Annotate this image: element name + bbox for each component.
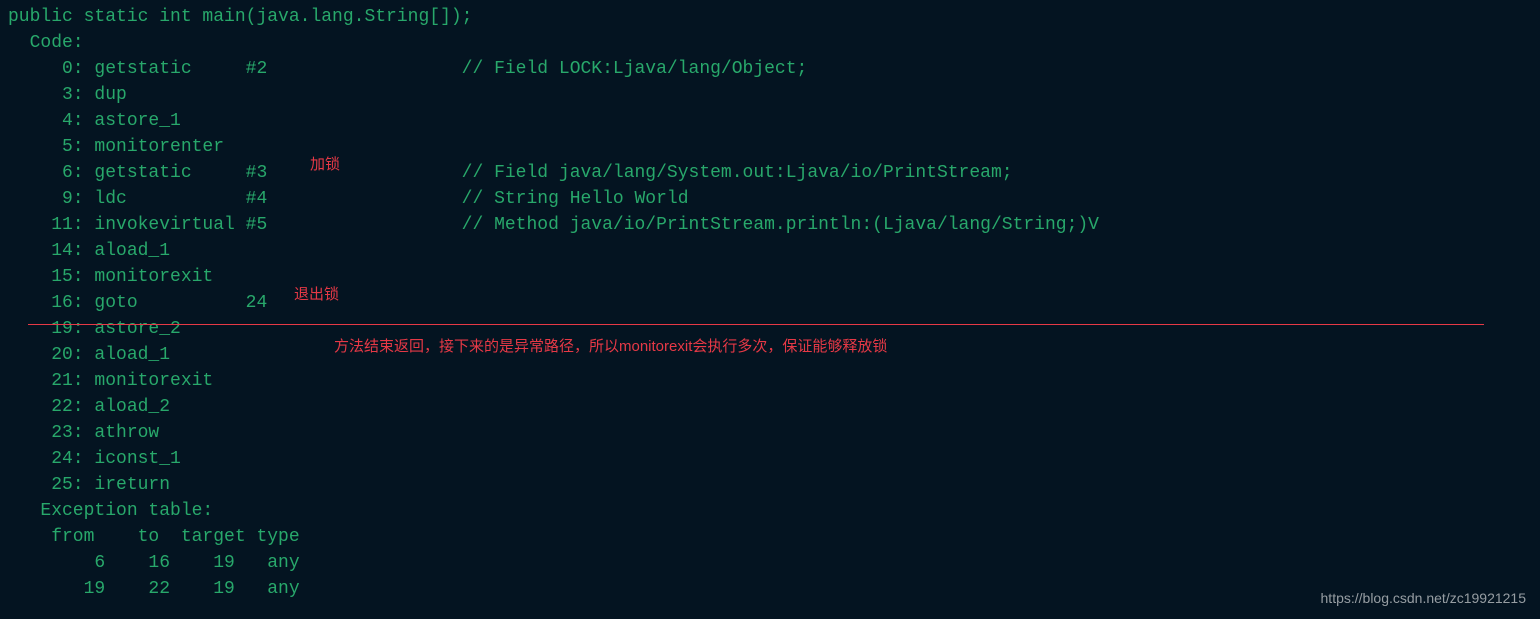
watermark: https://blog.csdn.net/zc19921215 xyxy=(1321,585,1526,611)
instr-13: 22: aload_2 xyxy=(8,397,170,417)
method-signature: public static int main(java.lang.String[… xyxy=(8,7,472,27)
instr-12: 21: monitorexit xyxy=(8,371,213,391)
instr-0: 0: getstatic #2 // Field LOCK:Ljava/lang… xyxy=(8,59,807,79)
instr-3: 5: monitorenter xyxy=(8,137,224,157)
instr-7: 14: aload_1 xyxy=(8,241,170,261)
instr-2: 4: astore_1 xyxy=(8,111,181,131)
instr-5: 9: ldc #4 // String Hello World xyxy=(8,189,689,209)
exception-table-header: Exception table: xyxy=(8,501,213,521)
separator-line xyxy=(28,324,1484,325)
exception-row-0: 6 16 19 any xyxy=(8,553,300,573)
instr-1: 3: dup xyxy=(8,85,127,105)
annotation-note: 方法结束返回，接下来的是异常路径，所以monitorexit会执行多次，保证能够… xyxy=(334,334,887,360)
instr-6: 11: invokevirtual #5 // Method java/io/P… xyxy=(8,215,1099,235)
annotation-lock: 加锁 xyxy=(310,152,340,178)
bytecode-listing: public static int main(java.lang.String[… xyxy=(8,4,1099,602)
instr-10: 19: astore_2 xyxy=(8,319,181,339)
instr-16: 25: ireturn xyxy=(8,475,170,495)
instr-14: 23: athrow xyxy=(8,423,159,443)
instr-8: 15: monitorexit xyxy=(8,267,213,287)
exception-table-columns: from to target type xyxy=(8,527,300,547)
code-label: Code: xyxy=(8,33,84,53)
instr-11: 20: aload_1 xyxy=(8,345,170,365)
instr-15: 24: iconst_1 xyxy=(8,449,181,469)
exception-row-1: 19 22 19 any xyxy=(8,579,300,599)
instr-9: 16: goto 24 xyxy=(8,293,267,313)
instr-4: 6: getstatic #3 // Field java/lang/Syste… xyxy=(8,163,1013,183)
annotation-unlock: 退出锁 xyxy=(294,282,339,308)
